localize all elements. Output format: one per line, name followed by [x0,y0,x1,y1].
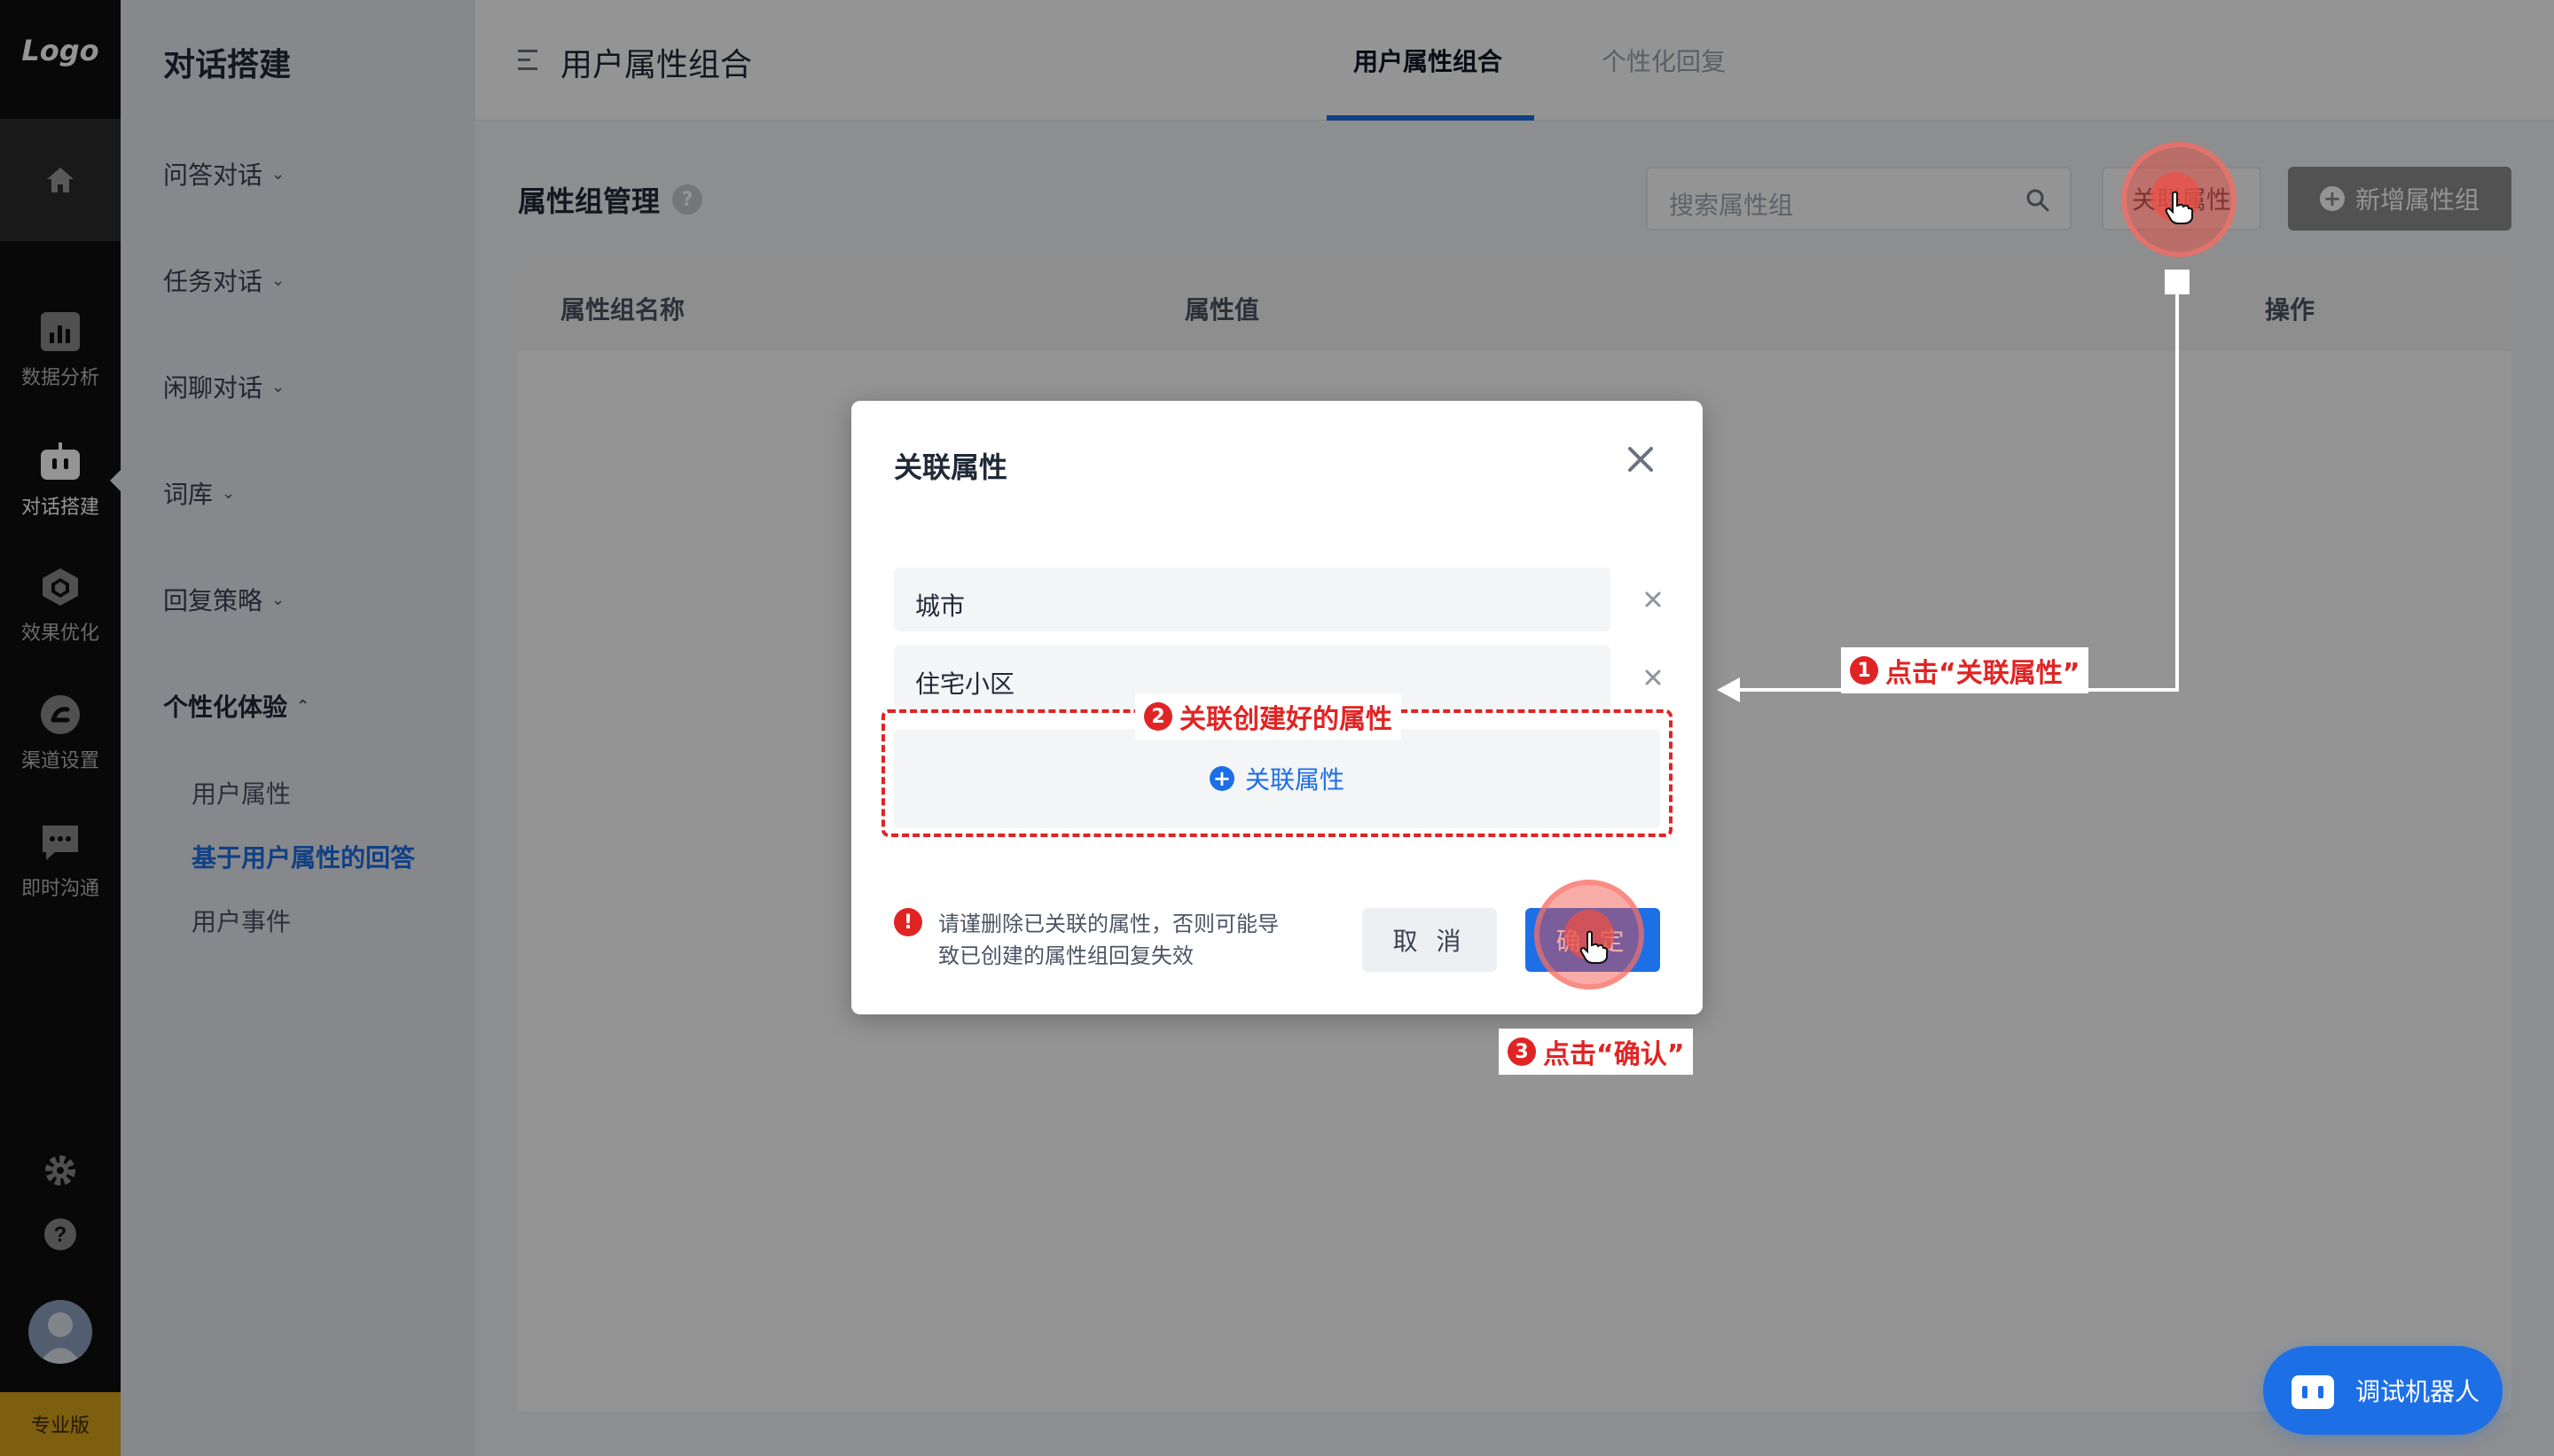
debug-robot-label: 调试机器人 [2355,1377,2480,1406]
step-number: 2 [1144,702,1172,731]
robot-icon [2288,1366,2338,1415]
hand-cursor-icon [1579,930,1609,964]
warning-message: ! 请谨删除已关联的属性，否则可能导 致已创建的属性组回复失效 [894,908,1337,972]
debug-robot-button[interactable]: 调试机器人 [2263,1346,2503,1435]
step-number: 1 [1850,656,1878,685]
attribute-field[interactable]: 城市 [894,568,1610,631]
close-icon[interactable] [1623,442,1658,477]
callout-text: 点击“确认” [1543,1039,1685,1070]
warning-icon: ! [894,908,922,936]
callout-step-1: 1 点击“关联属性” [1841,647,2089,693]
warning-line: 致已创建的属性组回复失效 [938,943,1194,968]
callout-step-2: 2 关联创建好的属性 [1135,693,1401,740]
hand-cursor-icon [2165,191,2194,224]
warning-line: 请谨删除已关联的属性，否则可能导 [938,912,1279,936]
remove-icon[interactable] [1641,587,1665,612]
annotation-line [2175,293,2179,692]
callout-text: 点击“关联属性” [1885,658,2080,689]
warning-text: 请谨删除已关联的属性，否则可能导 致已创建的属性组回复失效 [938,908,1279,972]
remove-icon[interactable] [1641,665,1665,690]
callout-text: 关联创建好的属性 [1179,704,1392,735]
cancel-button[interactable]: 取 消 [1362,908,1497,972]
annotation-arrow [1717,677,1740,702]
step-number: 3 [1508,1037,1536,1066]
dialog-title: 关联属性 [894,450,1008,484]
callout-step-3: 3 点击“确认” [1499,1029,1694,1075]
annotation-anchor [2165,270,2190,294]
